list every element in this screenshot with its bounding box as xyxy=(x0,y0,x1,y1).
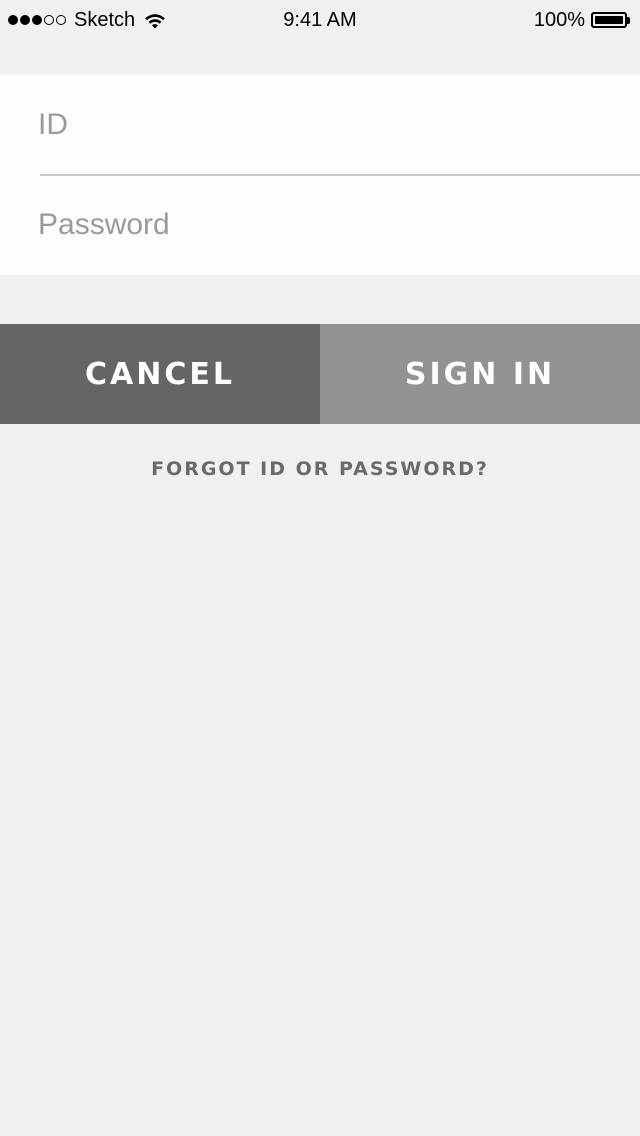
id-field-row xyxy=(0,75,640,176)
password-field-row xyxy=(0,175,640,275)
id-input[interactable] xyxy=(38,75,618,175)
password-input[interactable] xyxy=(38,175,618,275)
forgot-id-or-password-link[interactable]: FORGOT ID OR PASSWORD? xyxy=(0,455,640,483)
login-form xyxy=(0,75,640,275)
battery-body xyxy=(591,12,627,28)
status-bar: Sketch 9:41 AM 100% xyxy=(0,0,640,40)
sign-in-button[interactable]: SIGN IN xyxy=(320,324,640,424)
battery-icon xyxy=(591,12,630,28)
battery-percentage: 100% xyxy=(533,9,585,31)
battery-cap xyxy=(627,16,630,24)
status-right: 100% xyxy=(534,7,630,33)
cancel-button[interactable]: CANCEL xyxy=(0,324,320,424)
battery-fill xyxy=(595,16,623,24)
